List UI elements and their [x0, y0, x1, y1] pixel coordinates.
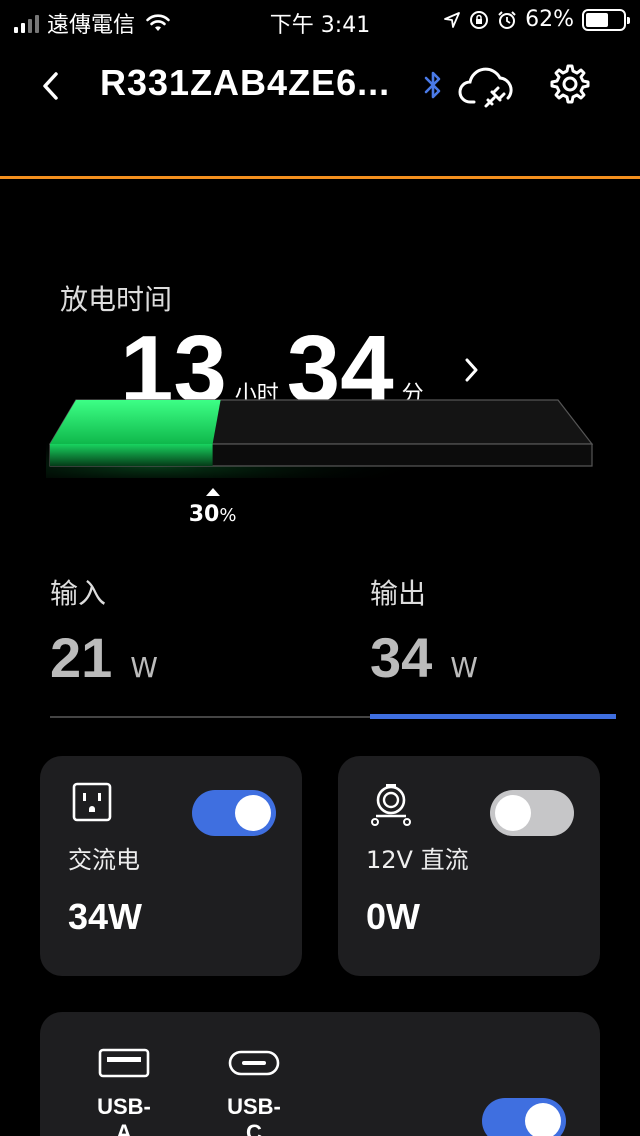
battery-percent-marker: 30% — [188, 488, 238, 527]
ac-toggle[interactable] — [192, 790, 276, 836]
usb-c-label: USB-C — [227, 1094, 281, 1136]
cloud-plug-icon[interactable] — [458, 62, 518, 112]
marker-triangle-icon — [205, 488, 220, 496]
alarm-icon — [498, 10, 516, 29]
dc-toggle[interactable] — [490, 790, 574, 836]
device-title: R331ZAB4ZE6... — [100, 62, 391, 103]
input-value: 21 — [50, 626, 113, 689]
usb-a-icon — [98, 1048, 150, 1078]
battery-percent: 62% — [525, 7, 574, 32]
dc-outlet-card[interactable]: 12V 直流 0W — [338, 756, 600, 976]
ac-outlet-card[interactable]: 交流电 34W — [40, 756, 302, 976]
input-tab[interactable]: 输入 21 W — [50, 572, 310, 686]
back-chevron-icon[interactable] — [36, 66, 66, 106]
usb-c-icon — [228, 1050, 280, 1076]
car-socket-icon — [371, 784, 411, 826]
output-value: 34 — [370, 626, 433, 689]
gear-icon[interactable] — [548, 62, 592, 106]
dc-power: 0W — [366, 896, 420, 937]
usb-a-port: USB-A — [90, 1048, 158, 1136]
tab-divider — [50, 716, 370, 718]
chevron-right-icon[interactable] — [462, 356, 482, 384]
usb-a-label: USB-A — [97, 1094, 151, 1136]
top-header: R331ZAB4ZE6... — [0, 50, 640, 120]
ac-name: 交流电 — [68, 846, 140, 874]
usb-c-port: USB-C — [220, 1048, 288, 1136]
output-unit: W — [450, 651, 478, 684]
output-tab[interactable]: 输出 34 W — [370, 572, 630, 686]
battery-fill-front — [50, 444, 213, 466]
discharge-time-label: 放电时间 — [60, 283, 173, 316]
ac-power: 34W — [68, 896, 143, 937]
dc-name: 12V 直流 — [366, 846, 469, 874]
location-arrow-icon — [444, 11, 460, 28]
battery-level-bar — [46, 399, 596, 478]
input-unit: W — [130, 651, 158, 684]
rotation-lock-icon — [470, 10, 489, 29]
battery-fill-top — [50, 400, 221, 444]
ac-outlet-icon — [72, 782, 112, 822]
active-tab-indicator — [370, 714, 616, 719]
battery-icon — [582, 8, 630, 31]
usb-toggle[interactable] — [482, 1098, 566, 1136]
status-bar: 遠傳電信 下午 3:41 62% — [0, 0, 640, 40]
usb-outlet-card[interactable]: USB-A USB-C — [40, 1012, 600, 1136]
battery-percent-value: 30 — [188, 502, 220, 527]
header-accent-line — [0, 176, 640, 179]
output-label: 输出 — [370, 577, 427, 610]
bluetooth-icon[interactable] — [420, 68, 446, 102]
battery-percent-sign: % — [219, 505, 237, 526]
input-label: 输入 — [50, 577, 107, 610]
